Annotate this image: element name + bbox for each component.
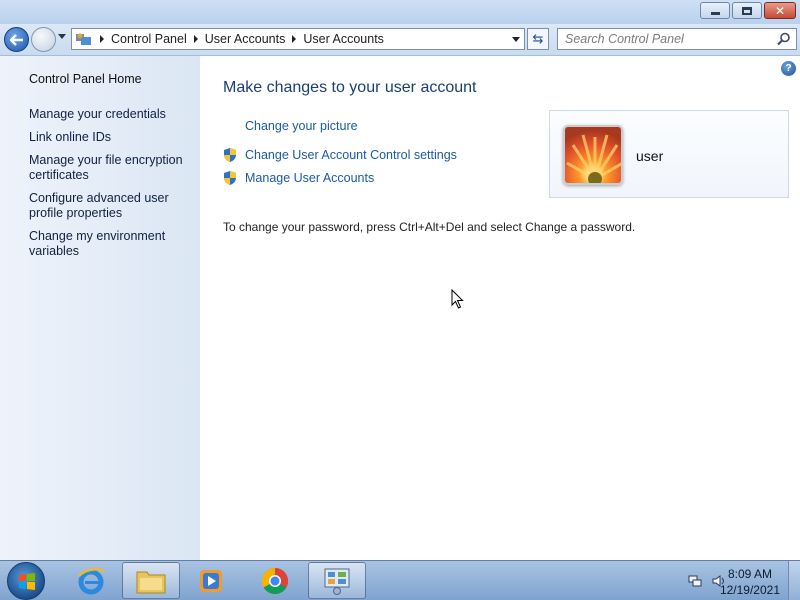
- search-box[interactable]: [557, 28, 797, 50]
- caption-buttons: ✕: [700, 2, 796, 19]
- network-icon[interactable]: [688, 574, 702, 588]
- navigation-bar: Control Panel User Accounts User Account…: [0, 24, 800, 56]
- minimize-button[interactable]: [700, 2, 730, 19]
- refresh-icon: ⇆: [532, 31, 544, 46]
- breadcrumb-separator-icon[interactable]: [100, 35, 104, 43]
- start-button[interactable]: [7, 562, 45, 600]
- control-panel-icon: [76, 33, 91, 45]
- sidebar: Control Panel Home Manage your credentia…: [0, 56, 200, 560]
- page-title: Make changes to your user account: [223, 79, 477, 96]
- taskbar-windows-media-player[interactable]: [182, 562, 240, 599]
- mouse-pointer-icon: [451, 289, 464, 309]
- windows-logo-icon: [19, 573, 35, 590]
- back-arrow-icon: [9, 33, 23, 46]
- system-tray: 8:09 AM 12/19/2021: [660, 561, 800, 600]
- media-player-icon: [200, 569, 222, 592]
- back-button[interactable]: [4, 27, 29, 52]
- recent-pages-dropdown-icon[interactable]: [58, 34, 66, 39]
- uac-shield-icon: [224, 148, 236, 162]
- restore-icon: [742, 6, 752, 15]
- user-avatar[interactable]: [563, 125, 623, 185]
- search-input[interactable]: [558, 29, 768, 49]
- taskbar-internet-explorer[interactable]: [62, 562, 120, 599]
- main-content: ? Make changes to your user account Chan…: [200, 56, 800, 560]
- flower-picture-icon: [566, 134, 621, 183]
- chrome-icon: [261, 567, 289, 594]
- sidebar-item-manage-credentials[interactable]: Manage your credentials: [29, 107, 194, 122]
- maximize-button[interactable]: [732, 2, 762, 19]
- breadcrumb-separator-icon[interactable]: [292, 35, 297, 43]
- sidebar-item-environment-variables[interactable]: Change my environment variables: [29, 229, 194, 259]
- user-account-tile: user: [549, 110, 789, 198]
- taskbar-google-chrome[interactable]: [246, 562, 304, 599]
- search-icon[interactable]: [777, 32, 791, 46]
- control-panel-icon: [324, 568, 350, 595]
- uac-settings-link[interactable]: Change User Account Control settings: [245, 148, 457, 162]
- forward-button[interactable]: [31, 27, 56, 52]
- address-bar[interactable]: Control Panel User Accounts User Account…: [71, 28, 525, 50]
- password-instructions: To change your password, press Ctrl+Alt+…: [223, 220, 636, 234]
- user-name: user: [636, 148, 664, 164]
- breadcrumb-user-accounts[interactable]: User Accounts: [205, 32, 286, 46]
- taskbar: 8:09 AM 12/19/2021: [0, 560, 800, 600]
- clock-date: 12/19/2021: [719, 583, 780, 597]
- change-picture-link[interactable]: Change your picture: [245, 119, 358, 133]
- sidebar-task-list: Manage your credentials Link online IDs …: [29, 107, 194, 267]
- internet-explorer-icon: [78, 567, 106, 594]
- breadcrumb-separator-icon[interactable]: [193, 35, 198, 43]
- minimize-icon: [710, 12, 720, 15]
- close-button[interactable]: ✕: [764, 2, 796, 19]
- refresh-button[interactable]: ⇆: [527, 28, 549, 50]
- taskbar-control-panel[interactable]: [308, 562, 366, 599]
- taskbar-windows-explorer[interactable]: [122, 562, 180, 599]
- clock-time: 8:09 AM: [727, 567, 772, 581]
- close-icon: ✕: [774, 3, 786, 18]
- folder-icon: [136, 571, 166, 593]
- system-clock[interactable]: 8:09 AM 12/19/2021: [720, 566, 780, 598]
- title-bar: ✕: [0, 0, 800, 24]
- breadcrumb-control-panel[interactable]: Control Panel: [111, 32, 187, 46]
- control-panel-home-link[interactable]: Control Panel Home: [29, 72, 142, 86]
- sidebar-item-link-online-ids[interactable]: Link online IDs: [29, 130, 194, 145]
- help-icon: ?: [785, 63, 792, 74]
- uac-shield-icon: [224, 171, 236, 185]
- show-desktop-button[interactable]: [788, 561, 800, 600]
- sidebar-item-file-encryption-certificates[interactable]: Manage your file encryption certificates: [29, 153, 194, 183]
- address-dropdown-icon[interactable]: [512, 37, 520, 42]
- help-button[interactable]: ?: [781, 61, 796, 76]
- sidebar-item-advanced-profile-properties[interactable]: Configure advanced user profile properti…: [29, 191, 194, 221]
- manage-user-accounts-link[interactable]: Manage User Accounts: [245, 171, 374, 185]
- breadcrumb-user-accounts-current[interactable]: User Accounts: [303, 32, 384, 46]
